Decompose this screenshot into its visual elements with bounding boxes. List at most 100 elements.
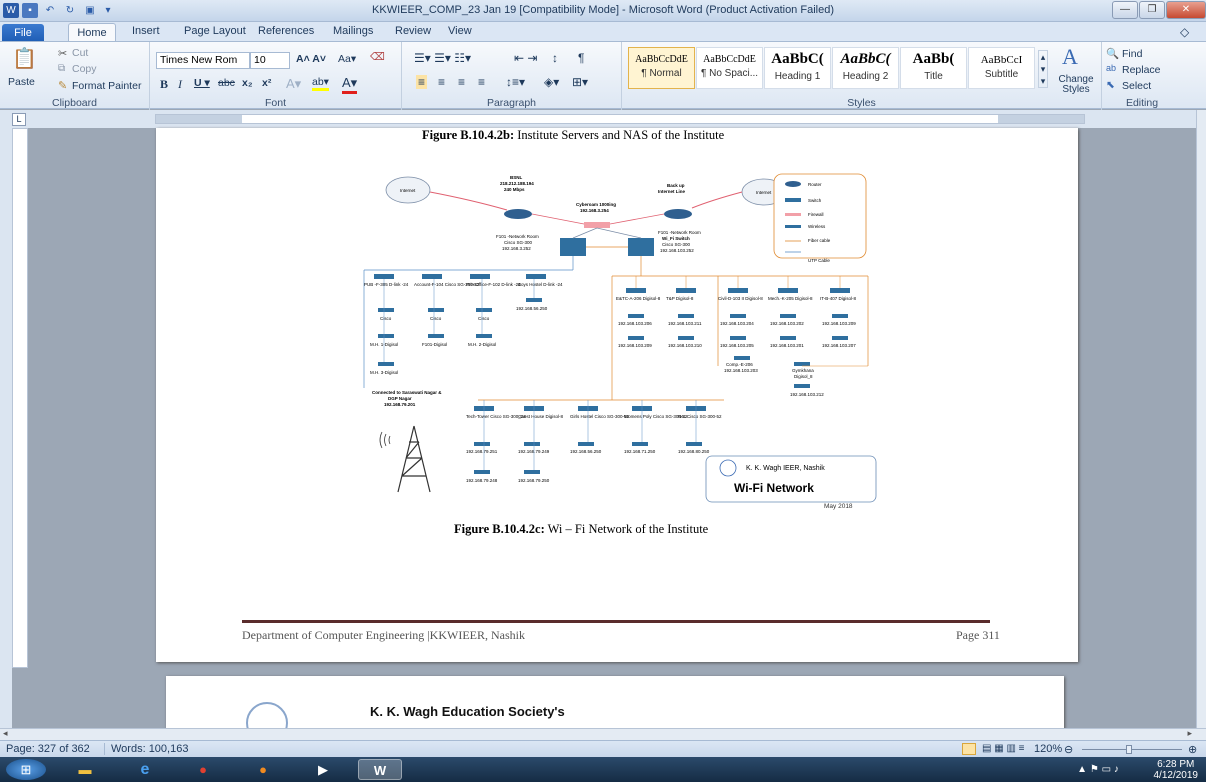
superscript-button[interactable]: x² xyxy=(262,77,271,89)
paste-icon[interactable]: 📋 xyxy=(12,46,37,71)
print-layout-icon[interactable] xyxy=(962,743,976,755)
tray-icons[interactable]: ▲ ⚑ ▭ ♪ xyxy=(1068,759,1128,780)
shading-icon[interactable]: ◈▾ xyxy=(544,75,559,89)
underline-button[interactable]: U ▾ xyxy=(194,77,210,89)
zoom-out-icon[interactable]: ⊖ xyxy=(1064,743,1073,756)
taskbar-clock[interactable]: 6:28 PM 4/12/2019 xyxy=(1154,759,1199,781)
caption-top-label: Figure B.10.4.2b: xyxy=(422,128,515,142)
style-subtitle[interactable]: AaBbCcI Subtitle xyxy=(968,47,1035,89)
view-mode-icons[interactable]: ▤ ▦ ▥ ≡ xyxy=(982,743,1025,754)
show-formatting-icon[interactable]: ¶ xyxy=(578,51,584,65)
bullets-icon[interactable]: ☰▾ ☰▾ ☷▾ xyxy=(414,51,471,65)
font-color-icon[interactable]: A▾ xyxy=(342,75,358,94)
strikethrough-button[interactable]: abc xyxy=(218,77,235,89)
media-player-icon[interactable]: ▶ xyxy=(306,759,340,780)
horizontal-scrollbar[interactable]: ◂ ▸ xyxy=(0,728,1206,740)
styles-scroll-icon[interactable]: ▴ ▾ ▾ xyxy=(1038,50,1048,88)
tab-review[interactable]: Review xyxy=(395,25,431,37)
cut-button[interactable]: Cut xyxy=(72,47,88,59)
justify-button[interactable]: ≡ xyxy=(478,75,485,89)
highlight-icon[interactable]: ab▾ xyxy=(312,76,329,91)
scroll-right-icon[interactable]: ▸ xyxy=(1187,728,1192,739)
style-no-spacing-preview: AaBbCcDdE xyxy=(703,54,756,65)
zoom-slider-thumb[interactable] xyxy=(1126,745,1132,754)
replace-button[interactable]: Replace xyxy=(1122,64,1161,76)
align-left-button[interactable]: ≡ xyxy=(416,75,428,89)
vertical-scrollbar[interactable] xyxy=(1196,110,1206,728)
page-count[interactable]: Page: 327 of 362 xyxy=(6,743,90,755)
zoom-level[interactable]: 120% xyxy=(1034,743,1062,755)
style-normal[interactable]: AaBbCcDdE ¶ Normal xyxy=(628,47,695,89)
style-no-spacing-name: ¶ No Spaci... xyxy=(700,68,759,79)
bold-button[interactable]: B xyxy=(160,77,168,92)
font-size-combo[interactable]: 10 xyxy=(250,52,290,69)
tab-references[interactable]: References xyxy=(258,25,314,37)
paste-button[interactable]: Paste xyxy=(8,76,35,88)
clear-format-icon[interactable]: ⌫ xyxy=(370,51,385,63)
style-heading-2[interactable]: AaBbC( Heading 2 xyxy=(832,47,899,89)
tab-view[interactable]: View xyxy=(448,25,472,37)
change-styles-icon[interactable]: A xyxy=(1062,44,1078,70)
style-heading-1[interactable]: AaBbC( Heading 1 xyxy=(764,47,831,89)
style-normal-name: ¶ Normal xyxy=(641,68,682,79)
zoom-in-icon[interactable]: ⊕ xyxy=(1188,743,1197,756)
document-page[interactable]: Figure B.10.4.2b: Institute Servers and … xyxy=(156,128,1078,662)
title-bar: W ▪ ↶ ↻ ▣ ▾ KKWIEER_COMP_23 Jan 19 [Comp… xyxy=(0,0,1206,22)
internet-explorer-icon[interactable]: e xyxy=(128,759,162,780)
tab-selector-icon[interactable]: L xyxy=(12,113,26,126)
close-button[interactable]: ✕ xyxy=(1166,1,1206,19)
style-title[interactable]: AaBb( Title xyxy=(900,47,967,89)
node-girls-hostel: Girls Hostel Cisco SG-300-52 xyxy=(570,414,630,419)
text-effects-icon[interactable]: A▾ xyxy=(286,76,301,92)
line-spacing-icon[interactable]: ↕≡▾ xyxy=(506,75,525,89)
ruler-left-margin xyxy=(156,115,242,123)
vertical-ruler[interactable] xyxy=(12,128,28,668)
tab-page-layout[interactable]: Page Layout xyxy=(184,25,246,37)
style-no-spacing[interactable]: AaBbCcDdE ¶ No Spaci... xyxy=(696,47,763,89)
select-button[interactable]: Select xyxy=(1122,80,1151,92)
cyberoam-ip-label: 192.168.3.254 xyxy=(580,208,609,213)
explorer-icon[interactable]: ▬ xyxy=(68,759,102,780)
subscript-button[interactable]: x₂ xyxy=(242,77,253,89)
copy-button[interactable]: Copy xyxy=(72,63,97,75)
tab-home[interactable]: Home xyxy=(68,23,116,43)
change-case-icon[interactable]: Aa▾ xyxy=(338,53,356,65)
logo-title-label: Wi-Fi Network xyxy=(734,481,814,495)
chrome-icon[interactable]: ● xyxy=(186,759,220,780)
zoom-slider[interactable] xyxy=(1082,749,1182,750)
change-styles-button[interactable]: Change Styles xyxy=(1056,75,1096,95)
find-button[interactable]: Find xyxy=(1122,48,1142,60)
bottom-ip2-0: 192.168.79.248 xyxy=(466,478,498,483)
grow-font-icon[interactable]: A˄ A˅ xyxy=(296,53,326,65)
tab-mailings[interactable]: Mailings xyxy=(333,25,373,37)
maximize-button[interactable]: ❐ xyxy=(1139,1,1165,19)
clock-time: 6:28 PM xyxy=(1157,759,1195,770)
tab-insert[interactable]: Insert xyxy=(132,25,160,37)
italic-button[interactable]: I xyxy=(178,77,182,92)
core-switch-icon xyxy=(628,238,654,256)
indent-icon[interactable]: ⇤ ⇥ xyxy=(514,51,537,65)
borders-icon[interactable]: ⊞▾ xyxy=(572,75,588,89)
room2-label: F101 -Network Room xyxy=(658,230,701,235)
document-page-2[interactable]: K. K. Wagh Education Society's xyxy=(166,676,1064,744)
format-painter-button[interactable]: Format Painter xyxy=(72,80,141,92)
help-icon[interactable]: ◇ xyxy=(1180,25,1189,39)
font-name-combo[interactable]: Times New Rom xyxy=(156,52,250,69)
word-taskbar-icon[interactable]: W xyxy=(358,759,402,780)
start-button[interactable]: ⊞ xyxy=(6,759,46,780)
sort-icon[interactable]: ↕ xyxy=(552,51,558,65)
firefox-icon[interactable]: ● xyxy=(246,759,280,780)
minimize-button[interactable]: — xyxy=(1112,1,1138,19)
horizontal-ruler[interactable]: L xyxy=(0,110,1206,128)
align-center-button[interactable]: ≡ xyxy=(438,75,445,89)
tab-file[interactable]: File xyxy=(2,24,44,42)
node-it: IT-B-407 Digisol-8 xyxy=(820,296,857,301)
ruler-bar xyxy=(155,114,1085,124)
word-count[interactable]: Words: 100,163 xyxy=(104,743,188,755)
copy-icon: ⧉ xyxy=(58,63,66,74)
style-subtitle-name: Subtitle xyxy=(984,69,1019,80)
room2-switch-label: Wi_Fi Switch xyxy=(662,236,690,241)
legend-firewall: Firewall xyxy=(808,212,824,217)
scroll-left-icon[interactable]: ◂ xyxy=(3,728,8,739)
align-right-button[interactable]: ≡ xyxy=(458,75,465,89)
